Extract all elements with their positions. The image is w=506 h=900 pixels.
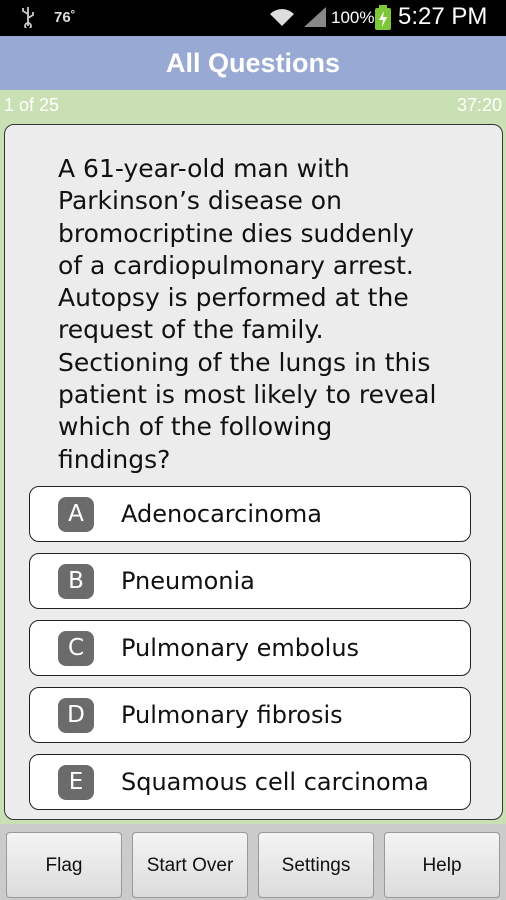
- answer-letter-badge: D: [58, 698, 94, 733]
- status-bar: 76˚ 100% 5:27 PM: [0, 0, 506, 36]
- answer-option-e[interactable]: E Squamous cell carcinoma: [29, 754, 471, 810]
- bottom-toolbar: Flag Start Over Settings Help: [0, 824, 506, 900]
- answer-option-a[interactable]: A Adenocarcinoma: [29, 486, 471, 542]
- help-button[interactable]: Help: [384, 832, 500, 898]
- answer-letter-badge: E: [58, 765, 94, 800]
- question-text: A 61-year-old man with Parkinson’s disea…: [58, 154, 437, 474]
- answer-letter-badge: B: [58, 564, 94, 599]
- settings-button[interactable]: Settings: [258, 832, 374, 898]
- start-over-button[interactable]: Start Over: [132, 832, 248, 898]
- flag-button[interactable]: Flag: [6, 832, 122, 898]
- answer-text: Pulmonary fibrosis: [121, 701, 343, 729]
- temperature-indicator: 76˚: [54, 9, 76, 26]
- answer-letter-badge: A: [58, 497, 94, 532]
- title-bar: All Questions: [0, 36, 506, 90]
- battery-charging-icon: [374, 5, 392, 36]
- question-card: A 61-year-old man with Parkinson’s disea…: [4, 124, 503, 820]
- answer-option-d[interactable]: D Pulmonary fibrosis: [29, 687, 471, 743]
- timer: 37:20: [456, 95, 502, 115]
- battery-percent: 100%: [331, 8, 375, 27]
- answer-letter-badge: C: [58, 631, 94, 666]
- answer-text: Squamous cell carcinoma: [121, 768, 429, 796]
- question-counter: 1 of 25: [4, 95, 60, 115]
- wifi-icon: [268, 6, 296, 33]
- answer-option-c[interactable]: C Pulmonary embolus: [29, 620, 471, 676]
- page-title: All Questions: [165, 48, 341, 78]
- clock: 5:27 PM: [398, 3, 488, 30]
- answer-text: Adenocarcinoma: [121, 500, 322, 528]
- signal-icon: [302, 6, 328, 33]
- answer-text: Pneumonia: [121, 567, 255, 595]
- answer-text: Pulmonary embolus: [121, 634, 360, 662]
- usb-icon: [20, 6, 36, 33]
- answer-option-b[interactable]: B Pneumonia: [29, 553, 471, 609]
- progress-row: 1 of 25 37:20: [0, 90, 506, 120]
